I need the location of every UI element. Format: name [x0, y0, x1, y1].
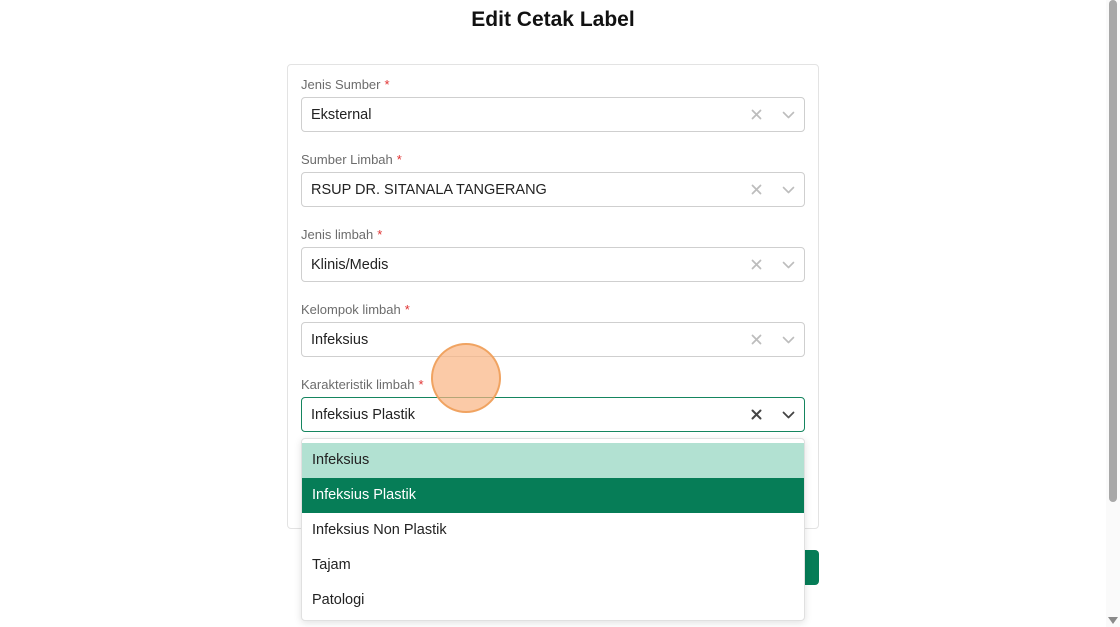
jenis-limbah-label: Jenis limbah	[301, 227, 374, 242]
required-mark: *	[396, 152, 402, 167]
close-icon[interactable]	[740, 323, 772, 356]
required-mark: *	[384, 77, 390, 92]
dropdown-option[interactable]: Infeksius	[302, 443, 804, 478]
kelompok-limbah-label: Kelompok limbah	[301, 302, 401, 317]
close-icon[interactable]	[740, 248, 772, 281]
jenis-sumber-select[interactable]: Eksternal	[301, 97, 805, 132]
karakteristik-limbah-value: Infeksius Plastik	[311, 406, 415, 423]
required-mark: *	[377, 227, 383, 242]
close-icon[interactable]	[740, 98, 772, 131]
scroll-down-arrow-icon[interactable]	[1108, 617, 1118, 624]
kelompok-limbah-field: Kelompok limbah * Infeksius	[301, 301, 805, 357]
required-mark: *	[418, 377, 424, 392]
dropdown-option[interactable]: Tajam	[302, 548, 804, 583]
scrollbar-thumb[interactable]	[1109, 0, 1117, 502]
dropdown-option[interactable]: Infeksius Plastik	[302, 478, 804, 513]
close-icon[interactable]	[740, 173, 772, 206]
jenis-limbah-value: Klinis/Medis	[311, 256, 389, 273]
karakteristik-limbah-label: Karakteristik limbah	[301, 377, 415, 392]
chevron-down-icon[interactable]	[772, 398, 804, 431]
karakteristik-dropdown-menu: Infeksius Infeksius Plastik Infeksius No…	[301, 438, 805, 621]
chevron-down-icon[interactable]	[772, 173, 804, 206]
jenis-sumber-value: Eksternal	[311, 106, 372, 123]
dropdown-option[interactable]: Patologi	[302, 583, 804, 618]
kelompok-limbah-value: Infeksius	[311, 331, 369, 348]
chevron-down-icon[interactable]	[772, 98, 804, 131]
jenis-limbah-select[interactable]: Klinis/Medis	[301, 247, 805, 282]
sumber-limbah-value: RSUP DR. SITANALA TANGERANG	[311, 181, 547, 198]
click-indicator	[431, 343, 501, 413]
jenis-limbah-field: Jenis limbah * Klinis/Medis	[301, 226, 805, 282]
close-icon[interactable]	[740, 398, 772, 431]
karakteristik-limbah-select[interactable]: Infeksius Plastik	[301, 397, 805, 432]
page-title: Edit Cetak Label	[471, 8, 635, 31]
karakteristik-limbah-field: Karakteristik limbah * Infeksius Plastik	[301, 376, 805, 432]
dropdown-option[interactable]: Infeksius Non Plastik	[302, 513, 804, 548]
chevron-down-icon[interactable]	[772, 248, 804, 281]
sumber-limbah-select[interactable]: RSUP DR. SITANALA TANGERANG	[301, 172, 805, 207]
sumber-limbah-field: Sumber Limbah * RSUP DR. SITANALA TANGER…	[301, 151, 805, 207]
jenis-sumber-label: Jenis Sumber	[301, 77, 381, 92]
chevron-down-icon[interactable]	[772, 323, 804, 356]
page-scrollbar[interactable]	[1106, 0, 1120, 627]
jenis-sumber-field: Jenis Sumber * Eksternal	[301, 76, 805, 132]
kelompok-limbah-select[interactable]: Infeksius	[301, 322, 805, 357]
sumber-limbah-label: Sumber Limbah	[301, 152, 393, 167]
required-mark: *	[404, 302, 410, 317]
